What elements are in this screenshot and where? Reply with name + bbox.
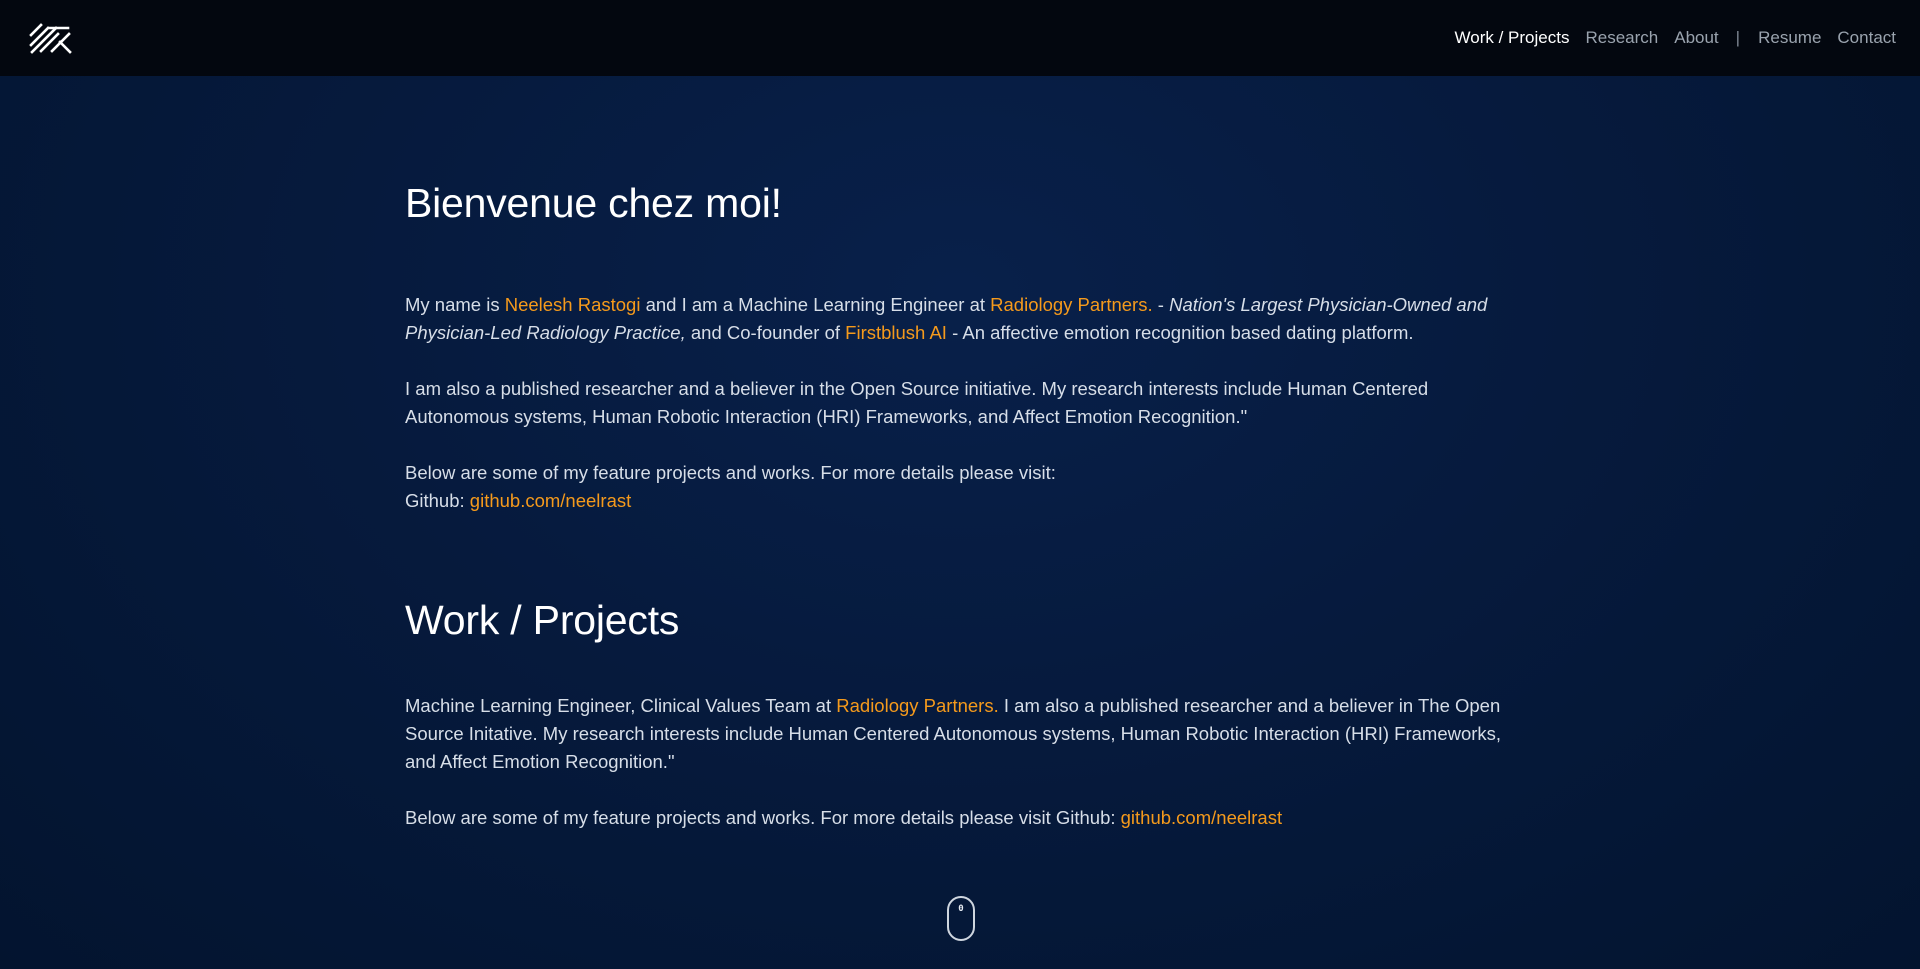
work-paragraph-1: Machine Learning Engineer, Clinical Valu…	[405, 692, 1515, 776]
work-text: Machine Learning Engineer, Clinical Valu…	[405, 695, 837, 716]
github-link[interactable]: github.com/neelrast	[470, 490, 631, 511]
scroll-mouse-icon[interactable]: 0	[947, 896, 975, 941]
intro-paragraph-1: My name is Neelesh Rastogi and I am a Ma…	[405, 291, 1515, 347]
scroll-wheel: 0	[958, 904, 964, 914]
intro-text: Below are some of my feature projects an…	[405, 462, 1056, 483]
nav-resume[interactable]: Resume	[1758, 28, 1821, 48]
home-logo-link[interactable]	[28, 21, 72, 55]
top-navbar: Work / Projects Research About | Resume …	[0, 0, 1920, 76]
main-nav: Work / Projects Research About | Resume …	[1439, 28, 1896, 48]
intro-paragraph-2: I am also a published researcher and a b…	[405, 378, 1429, 427]
name-link[interactable]: Neelesh Rastogi	[505, 294, 641, 315]
startup-link[interactable]: Firstblush AI	[845, 322, 947, 343]
nav-separator: |	[1735, 28, 1741, 47]
nav-research[interactable]: Research	[1585, 28, 1658, 48]
intro-text: - An affective emotion recognition based…	[946, 322, 1414, 343]
github-link[interactable]: github.com/neelrast	[1121, 807, 1282, 828]
main-content: Bienvenue chez moi! My name is Neelesh R…	[405, 180, 1515, 832]
intro-text: My name is	[405, 294, 505, 315]
intro-paragraph-3: Below are some of my feature projects an…	[405, 459, 1515, 515]
intro-text: and I am a Machine Learning Engineer at	[640, 294, 991, 315]
work-paragraph-2: Below are some of my feature projects an…	[405, 804, 1515, 832]
nr-monogram-icon	[29, 23, 72, 54]
company-link[interactable]: Radiology Partners.	[836, 695, 998, 716]
nav-work-projects[interactable]: Work / Projects	[1455, 28, 1570, 48]
work-projects-title: Work / Projects	[405, 597, 680, 643]
nav-about[interactable]: About	[1674, 28, 1718, 48]
nav-contact[interactable]: Contact	[1837, 28, 1896, 48]
intro-title: Bienvenue chez moi!	[405, 180, 782, 226]
intro-text: and Co-founder of	[685, 322, 846, 343]
github-label: Github:	[405, 490, 470, 511]
company-link[interactable]: Radiology Partners.	[990, 294, 1152, 315]
intro-text: -	[1152, 294, 1170, 315]
work-text: Below are some of my feature projects an…	[405, 807, 1121, 828]
